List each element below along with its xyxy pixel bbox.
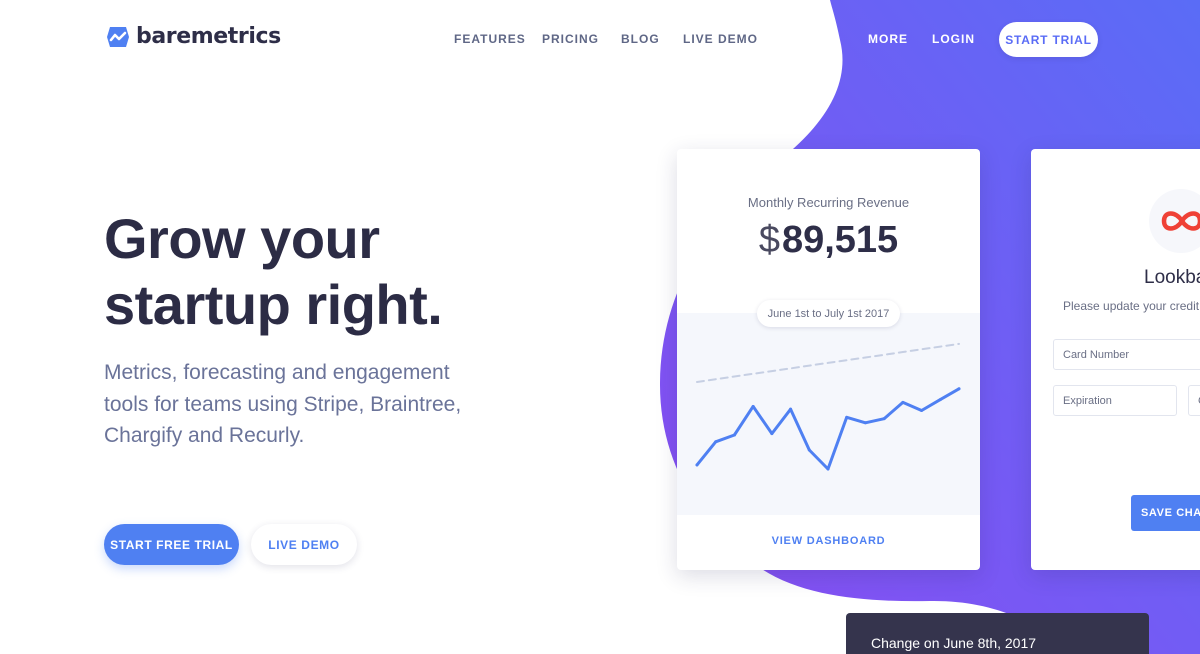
nav-live-demo[interactable]: LIVE DEMO bbox=[683, 32, 758, 46]
payment-card: Lookba Please update your credit Card Nu… bbox=[1031, 149, 1200, 570]
brand-name: baremetrics bbox=[136, 24, 281, 49]
mrr-trend-line bbox=[696, 342, 960, 383]
save-changes-button[interactable]: SAVE CHAN bbox=[1131, 495, 1200, 531]
mrr-data-point bbox=[863, 421, 867, 425]
cvc-field[interactable]: C bbox=[1188, 385, 1200, 416]
mrr-data-point bbox=[882, 417, 886, 421]
start-trial-button[interactable]: START TRIAL bbox=[999, 22, 1098, 57]
mrr-data-point bbox=[695, 463, 699, 467]
nav-more[interactable]: MORE bbox=[868, 32, 908, 46]
mrr-data-point bbox=[845, 415, 849, 419]
mrr-data-point bbox=[901, 400, 905, 404]
mrr-currency: $ bbox=[758, 219, 780, 261]
mrr-data-point bbox=[714, 440, 718, 444]
nav-features[interactable]: FEATURES bbox=[454, 32, 526, 46]
company-logo bbox=[1149, 189, 1200, 253]
hero-title-line-2: startup right. bbox=[104, 273, 443, 336]
mrr-data-point bbox=[826, 467, 830, 471]
card-number-field[interactable]: Card Number bbox=[1053, 339, 1200, 370]
brand-logo[interactable]: baremetrics bbox=[106, 24, 281, 49]
start-free-trial-button[interactable]: START FREE TRIAL bbox=[104, 524, 239, 565]
hero-title: Grow your startup right. bbox=[104, 206, 584, 338]
mrr-data-point bbox=[732, 433, 736, 437]
company-name: Lookba bbox=[1144, 267, 1200, 288]
nav-pricing[interactable]: PRICING bbox=[542, 32, 599, 46]
mrr-line-chart bbox=[695, 342, 961, 471]
view-dashboard-link[interactable]: VIEW DASHBOARD bbox=[677, 535, 980, 547]
mrr-value: $89,515 bbox=[677, 219, 980, 262]
mrr-data-point bbox=[957, 387, 961, 391]
hero-title-line-1: Grow your bbox=[104, 207, 380, 270]
nav-login[interactable]: LOGIN bbox=[932, 32, 975, 46]
expiration-field[interactable]: Expiration bbox=[1053, 385, 1177, 416]
change-date-label: Change on June 8th, 2017 bbox=[871, 635, 1037, 651]
mrr-amount: 89,515 bbox=[781, 219, 899, 261]
mrr-data-point bbox=[938, 398, 942, 402]
hero-subtitle: Metrics, forecasting and engagement tool… bbox=[104, 361, 462, 447]
live-demo-button[interactable]: LIVE DEMO bbox=[251, 524, 357, 565]
mrr-card: Monthly Recurring Revenue $89,515 June 1… bbox=[677, 149, 980, 570]
mrr-series-line bbox=[695, 387, 961, 471]
mrr-data-point bbox=[807, 448, 811, 452]
mrr-data-point bbox=[770, 432, 774, 436]
mrr-data-point bbox=[920, 409, 924, 413]
nav-blog[interactable]: BLOG bbox=[621, 32, 660, 46]
payment-instructions: Please update your credit bbox=[1063, 299, 1200, 313]
infinity-icon bbox=[1161, 211, 1200, 231]
mrr-data-point bbox=[751, 404, 755, 408]
change-card: Change on June 8th, 2017 bbox=[846, 613, 1149, 654]
date-range-pill[interactable]: June 1st to July 1st 2017 bbox=[757, 300, 900, 327]
baremetrics-logo-icon bbox=[107, 26, 129, 47]
mrr-label: Monthly Recurring Revenue bbox=[747, 195, 910, 210]
mrr-data-point bbox=[789, 407, 793, 411]
